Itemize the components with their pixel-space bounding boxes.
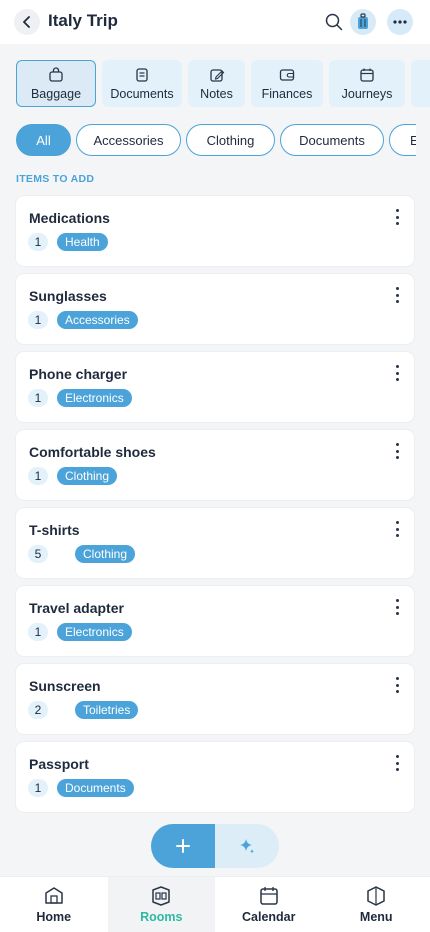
tab-more[interactable]	[411, 60, 430, 107]
tab-documents[interactable]: Documents	[102, 60, 182, 107]
item-more-icon[interactable]	[392, 599, 402, 615]
back-button[interactable]	[14, 9, 40, 35]
item-name: Sunscreen	[29, 678, 101, 694]
item-category-tag: Documents	[57, 779, 134, 797]
filter-electronics[interactable]: El	[389, 124, 416, 156]
list-item[interactable]: T-shirts 5 Clothing	[16, 508, 414, 578]
item-category-tag: Electronics	[57, 389, 132, 407]
page-title: Italy Trip	[48, 11, 118, 30]
nav-label: Menu	[359, 910, 393, 924]
tab-label: Journeys	[341, 86, 393, 101]
item-quantity: 2	[28, 701, 48, 719]
plus-icon	[176, 839, 190, 853]
tab-label: Notes	[200, 86, 233, 101]
item-category-tag: Health	[57, 233, 108, 251]
item-list: Medications 1 Health Sunglasses 1 Access…	[16, 196, 414, 820]
nav-home[interactable]: Home	[0, 877, 108, 932]
item-category-tag: Clothing	[57, 467, 118, 485]
more-icon	[393, 20, 407, 24]
item-category-tag: Electronics	[57, 623, 132, 641]
rooms-icon	[152, 886, 170, 906]
item-name: T-shirts	[29, 522, 80, 538]
tab-label: Documents	[110, 86, 174, 101]
tab-label: Finances	[261, 86, 313, 101]
item-quantity: 1	[28, 311, 48, 329]
item-quantity: 1	[28, 779, 48, 797]
home-icon	[45, 887, 63, 904]
filter-documents[interactable]: Documents	[280, 124, 384, 156]
top-bar: Italy Trip	[0, 0, 430, 44]
item-name: Phone charger	[29, 366, 128, 382]
category-tabs: Baggage Documents Notes Finances Journey…	[16, 60, 430, 108]
add-item-button[interactable]	[151, 824, 215, 868]
item-name: Travel adapter	[29, 600, 124, 616]
nav-label: Calendar	[242, 910, 296, 924]
tab-baggage[interactable]: Baggage	[16, 60, 96, 107]
filter-accessories[interactable]: Accessories	[76, 124, 181, 156]
ai-suggest-button[interactable]	[215, 824, 279, 868]
back-arrow-icon	[23, 16, 30, 28]
menu-icon	[367, 886, 385, 906]
fab-group	[151, 824, 279, 868]
list-item[interactable]: Comfortable shoes 1 Clothing	[16, 430, 414, 500]
item-quantity: 1	[28, 389, 48, 407]
search-icon	[325, 13, 343, 31]
filter-all[interactable]: All	[16, 124, 71, 156]
list-item[interactable]: Travel adapter 1 Electronics	[16, 586, 414, 656]
calendar-icon	[360, 68, 374, 82]
section-label: ITEMS TO ADD	[16, 173, 95, 185]
filter-pills: All Accessories Clothing Documents El	[16, 124, 416, 156]
more-options-button[interactable]	[387, 9, 413, 35]
sparkle-icon	[240, 839, 254, 854]
list-item[interactable]: Medications 1 Health	[16, 196, 414, 266]
filter-clothing[interactable]: Clothing	[186, 124, 275, 156]
calendar-icon	[260, 887, 278, 905]
note-icon	[209, 68, 224, 82]
item-quantity: 1	[28, 623, 48, 641]
list-item[interactable]: Sunglasses 1 Accessories	[16, 274, 414, 344]
suitcase-icon	[358, 13, 368, 29]
list-item[interactable]: Sunscreen 2 Toiletries	[16, 664, 414, 734]
list-item[interactable]: Phone charger 1 Electronics	[16, 352, 414, 422]
item-more-icon[interactable]	[392, 443, 402, 459]
item-category-tag: Accessories	[57, 311, 138, 329]
list-item[interactable]: Passport 1 Documents	[16, 742, 414, 812]
item-quantity: 1	[28, 467, 48, 485]
wallet-icon	[279, 68, 295, 81]
nav-calendar[interactable]: Calendar	[215, 877, 323, 932]
tab-label: Baggage	[30, 86, 82, 101]
item-more-icon[interactable]	[392, 677, 402, 693]
tab-finances[interactable]: Finances	[251, 60, 323, 107]
item-category-tag: Toiletries	[75, 701, 139, 719]
item-more-icon[interactable]	[392, 209, 402, 225]
bottom-navigation: Home Rooms Calendar Menu	[0, 876, 430, 932]
nav-label: Home	[36, 910, 72, 924]
tab-journeys[interactable]: Journeys	[329, 60, 405, 107]
item-more-icon[interactable]	[392, 755, 402, 771]
suitcase-button[interactable]	[350, 9, 376, 35]
item-quantity: 5	[28, 545, 48, 563]
search-button[interactable]	[324, 12, 344, 32]
nav-label: Rooms	[140, 910, 183, 924]
item-more-icon[interactable]	[392, 287, 402, 303]
item-more-icon[interactable]	[392, 521, 402, 537]
item-name: Sunglasses	[29, 288, 107, 304]
nav-menu[interactable]: Menu	[323, 877, 430, 932]
item-name: Comfortable shoes	[29, 444, 156, 460]
document-icon	[136, 67, 148, 82]
item-name: Medications	[29, 210, 110, 226]
item-name: Passport	[29, 756, 89, 772]
tab-notes[interactable]: Notes	[188, 60, 245, 107]
bag-icon	[49, 66, 63, 82]
item-more-icon[interactable]	[392, 365, 402, 381]
nav-rooms[interactable]: Rooms	[107, 877, 215, 932]
item-quantity: 1	[28, 233, 48, 251]
item-category-tag: Clothing	[75, 545, 136, 563]
